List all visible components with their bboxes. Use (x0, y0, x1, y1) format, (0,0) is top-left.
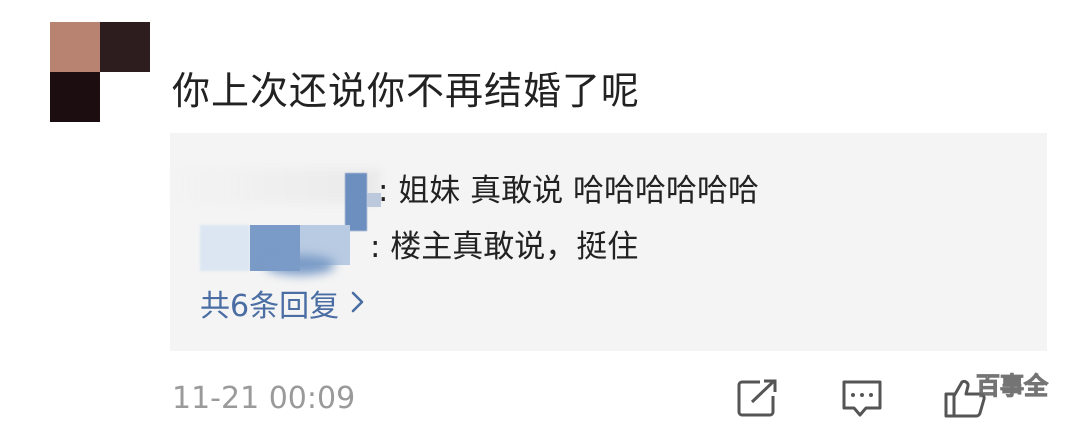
chevron-right-icon (351, 286, 365, 321)
avatar-pixel (50, 72, 100, 122)
more-replies-link[interactable]: 共6条回复 (200, 281, 365, 325)
reply-text: : 姐妹 真敢说 哈哈哈哈哈哈 (378, 173, 760, 209)
comment-icon[interactable] (840, 378, 884, 418)
comment-text: 你上次还说你不再结婚了呢 (172, 69, 641, 113)
watermark-logo: 百事全 (976, 372, 1049, 401)
avatar-pixel (100, 22, 150, 72)
comment-timestamp: 11-21 00:09 (172, 381, 356, 416)
reply-text: : 楼主真敢说，挺住 (370, 229, 639, 265)
reply-item[interactable]: : 姐妹 真敢说 哈哈哈哈哈哈 (170, 163, 1047, 231)
username-redacted (265, 255, 335, 275)
more-replies-label: 共6条回复 (200, 289, 340, 324)
username-redacted (200, 225, 250, 271)
reply-item[interactable]: : 楼主真敢说，挺住 (170, 219, 1047, 275)
replies-panel[interactable]: : 姐妹 真敢说 哈哈哈哈哈哈 : 楼主真敢说，挺住 共6条回复 (170, 133, 1047, 351)
avatar-pixel (100, 72, 150, 122)
avatar[interactable] (50, 22, 150, 122)
avatar-pixel (50, 22, 100, 72)
share-icon[interactable] (736, 378, 780, 418)
